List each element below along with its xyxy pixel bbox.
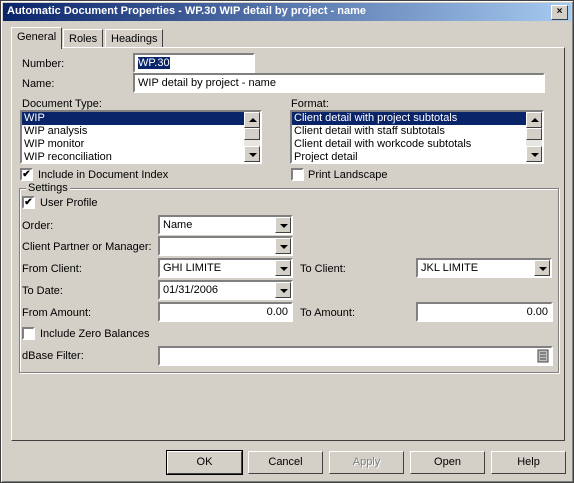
- scroll-up-icon[interactable]: [244, 112, 260, 128]
- from-amount-label: From Amount:: [22, 307, 92, 319]
- scroll-up-icon[interactable]: [526, 112, 542, 128]
- title-bar[interactable]: Automatic Document Properties - WP.30 WI…: [3, 3, 571, 21]
- list-item[interactable]: WIP analysis: [22, 125, 260, 138]
- close-button[interactable]: ×: [551, 5, 568, 20]
- list-item[interactable]: Client detail with project subtotals: [292, 112, 542, 125]
- number-label: Number:: [22, 58, 65, 70]
- dbase-filter-label: dBase Filter:: [22, 350, 84, 362]
- user-profile-checkbox[interactable]: ✔: [22, 196, 35, 209]
- scroll-down-icon[interactable]: [244, 146, 260, 162]
- from-client-label: From Client:: [22, 263, 82, 275]
- list-item[interactable]: Project detail: [292, 151, 542, 162]
- format-list[interactable]: Client detail with project subtotals Cli…: [290, 110, 544, 164]
- list-item[interactable]: Client detail with staff subtotals: [292, 125, 542, 138]
- edit-filter-icon[interactable]: [536, 349, 550, 363]
- name-field[interactable]: WIP detail by project - name: [133, 73, 545, 93]
- order-label: Order:: [22, 220, 54, 232]
- to-client-select[interactable]: JKL LIMITE: [416, 258, 552, 278]
- to-date-value: 01/31/2006: [163, 284, 219, 296]
- order-select[interactable]: Name: [158, 215, 293, 235]
- document-type-list[interactable]: WIP WIP analysis WIP monitor WIP reconci…: [20, 110, 262, 164]
- scroll-down-icon[interactable]: [526, 146, 542, 162]
- document-type-scrollbar[interactable]: [244, 112, 260, 162]
- to-date-label: To Date:: [22, 285, 63, 297]
- format-label: Format:: [291, 98, 329, 110]
- print-landscape-label: Print Landscape: [308, 169, 388, 181]
- dbase-filter-field[interactable]: [158, 346, 553, 366]
- chevron-down-icon[interactable]: [534, 260, 550, 276]
- chevron-down-icon[interactable]: [275, 282, 291, 298]
- user-profile-label: User Profile: [40, 197, 98, 209]
- print-landscape-checkbox[interactable]: [291, 168, 304, 181]
- document-type-label: Document Type:: [22, 98, 102, 110]
- include-index-checkbox[interactable]: ✔: [20, 168, 33, 181]
- list-item[interactable]: WIP reconciliation: [22, 151, 260, 162]
- partner-label: Client Partner or Manager:: [22, 241, 152, 253]
- chevron-down-icon[interactable]: [275, 238, 291, 254]
- scroll-thumb[interactable]: [526, 128, 542, 140]
- to-client-value: JKL LIMITE: [421, 262, 479, 274]
- ok-button[interactable]: OK: [166, 450, 243, 475]
- include-index-label: Include in Document Index: [38, 169, 169, 181]
- zero-balances-checkbox[interactable]: [22, 327, 35, 340]
- tab-headings[interactable]: Headings: [105, 29, 164, 48]
- tab-roles[interactable]: Roles: [63, 29, 104, 48]
- list-item[interactable]: WIP: [22, 112, 260, 125]
- partner-select[interactable]: [158, 236, 293, 256]
- list-item[interactable]: Client detail with workcode subtotals: [292, 138, 542, 151]
- zero-balances-label: Include Zero Balances: [40, 328, 150, 340]
- from-client-value: GHI LIMITE: [163, 262, 222, 274]
- help-button[interactable]: Help: [491, 451, 566, 474]
- open-button[interactable]: Open: [410, 451, 485, 474]
- window-title: Automatic Document Properties - WP.30 WI…: [7, 5, 367, 17]
- name-label: Name:: [22, 78, 55, 90]
- format-scrollbar[interactable]: [526, 112, 542, 162]
- apply-button[interactable]: Apply: [329, 451, 404, 474]
- number-value: WP.30: [138, 57, 170, 69]
- to-amount-label: To Amount:: [300, 307, 356, 319]
- from-client-select[interactable]: GHI LIMITE: [158, 258, 293, 278]
- chevron-down-icon[interactable]: [275, 260, 291, 276]
- dialog-window: Automatic Document Properties - WP.30 WI…: [0, 0, 574, 483]
- to-amount-field[interactable]: 0.00: [416, 302, 553, 322]
- to-date-picker[interactable]: 01/31/2006: [158, 280, 293, 300]
- cancel-button[interactable]: Cancel: [248, 451, 323, 474]
- chevron-down-icon[interactable]: [275, 217, 291, 233]
- settings-group-label: Settings: [26, 182, 70, 194]
- order-value: Name: [163, 219, 193, 231]
- tab-general[interactable]: General: [11, 27, 63, 49]
- from-amount-field[interactable]: 0.00: [158, 302, 293, 322]
- list-item[interactable]: WIP monitor: [22, 138, 260, 151]
- to-client-label: To Client:: [300, 263, 346, 275]
- scroll-thumb[interactable]: [244, 128, 260, 140]
- number-field[interactable]: WP.30: [133, 53, 255, 73]
